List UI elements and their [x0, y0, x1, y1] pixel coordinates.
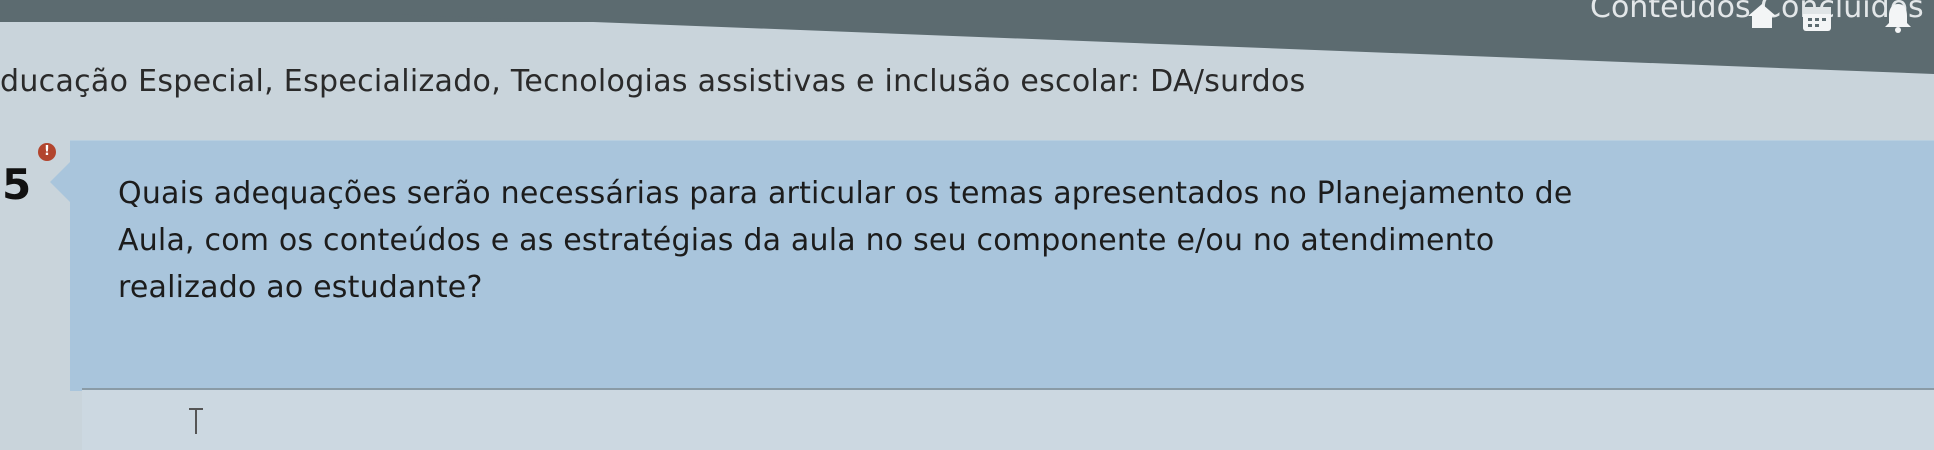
bell-icon[interactable] [1880, 0, 1916, 38]
question-card-pointer [50, 160, 72, 204]
calendar-icon[interactable] [1800, 2, 1834, 38]
question-number: 5 [2, 160, 32, 209]
alert-icon: ! [38, 143, 56, 161]
question-text: Quais adequações serão necessárias para … [118, 170, 1878, 311]
question-line: Aula, com os conteúdos e as estratégias … [118, 223, 1495, 258]
home-icon[interactable] [1744, 0, 1780, 34]
question-line: realizado ao estudante? [118, 270, 483, 305]
question-line: Quais adequações serão necessárias para … [118, 176, 1573, 211]
text-cursor-icon [189, 408, 203, 434]
course-subtitle: ducação Especial, Especializado, Tecnolo… [0, 64, 1306, 99]
answer-text-area[interactable] [82, 388, 1934, 450]
